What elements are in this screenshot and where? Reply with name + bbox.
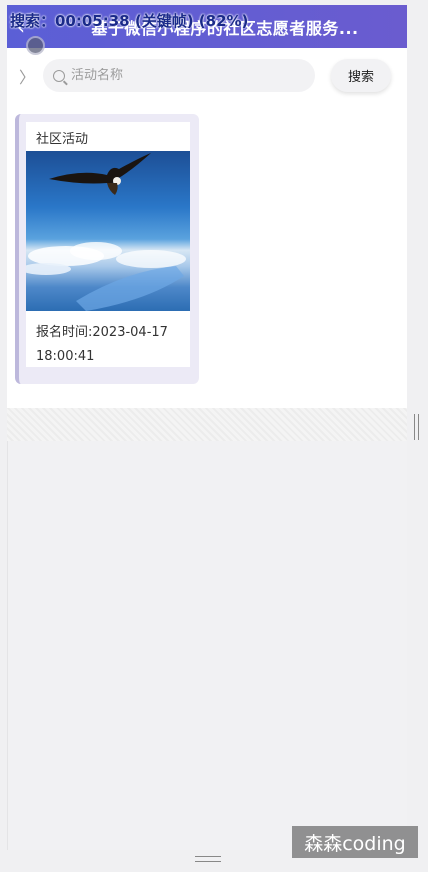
resize-handle-horizontal[interactable]: [195, 856, 221, 862]
search-box[interactable]: [43, 59, 315, 92]
activity-card[interactable]: 社区活动 报名时间:2023-04-17 18:00:41: [26, 122, 190, 367]
signup-time-clock: 18:00:41: [36, 349, 95, 364]
divider-band: [7, 408, 407, 441]
search-icon: [53, 69, 65, 82]
activity-card-wrapper[interactable]: 社区活动 报名时间:2023-04-17 18:00:41: [15, 114, 199, 384]
chevron-right-icon[interactable]: 〉: [19, 64, 35, 88]
signup-time: 报名时间:2023-04-17 18:00:41: [26, 311, 190, 369]
main-content: 〉 搜索 社区活动: [7, 48, 407, 408]
touch-indicator: [26, 36, 45, 55]
search-button[interactable]: 搜索: [331, 59, 391, 92]
search-input[interactable]: [71, 68, 291, 83]
watermark: 森森coding: [292, 826, 418, 858]
recording-overlay: 搜索：00:05:38 (关键帧) (82%): [10, 12, 249, 30]
resize-handle-vertical[interactable]: [414, 414, 419, 440]
activity-image[interactable]: [26, 151, 190, 311]
activity-category: 社区活动: [36, 132, 89, 147]
signup-time-date: 报名时间:2023-04-17: [36, 325, 168, 340]
